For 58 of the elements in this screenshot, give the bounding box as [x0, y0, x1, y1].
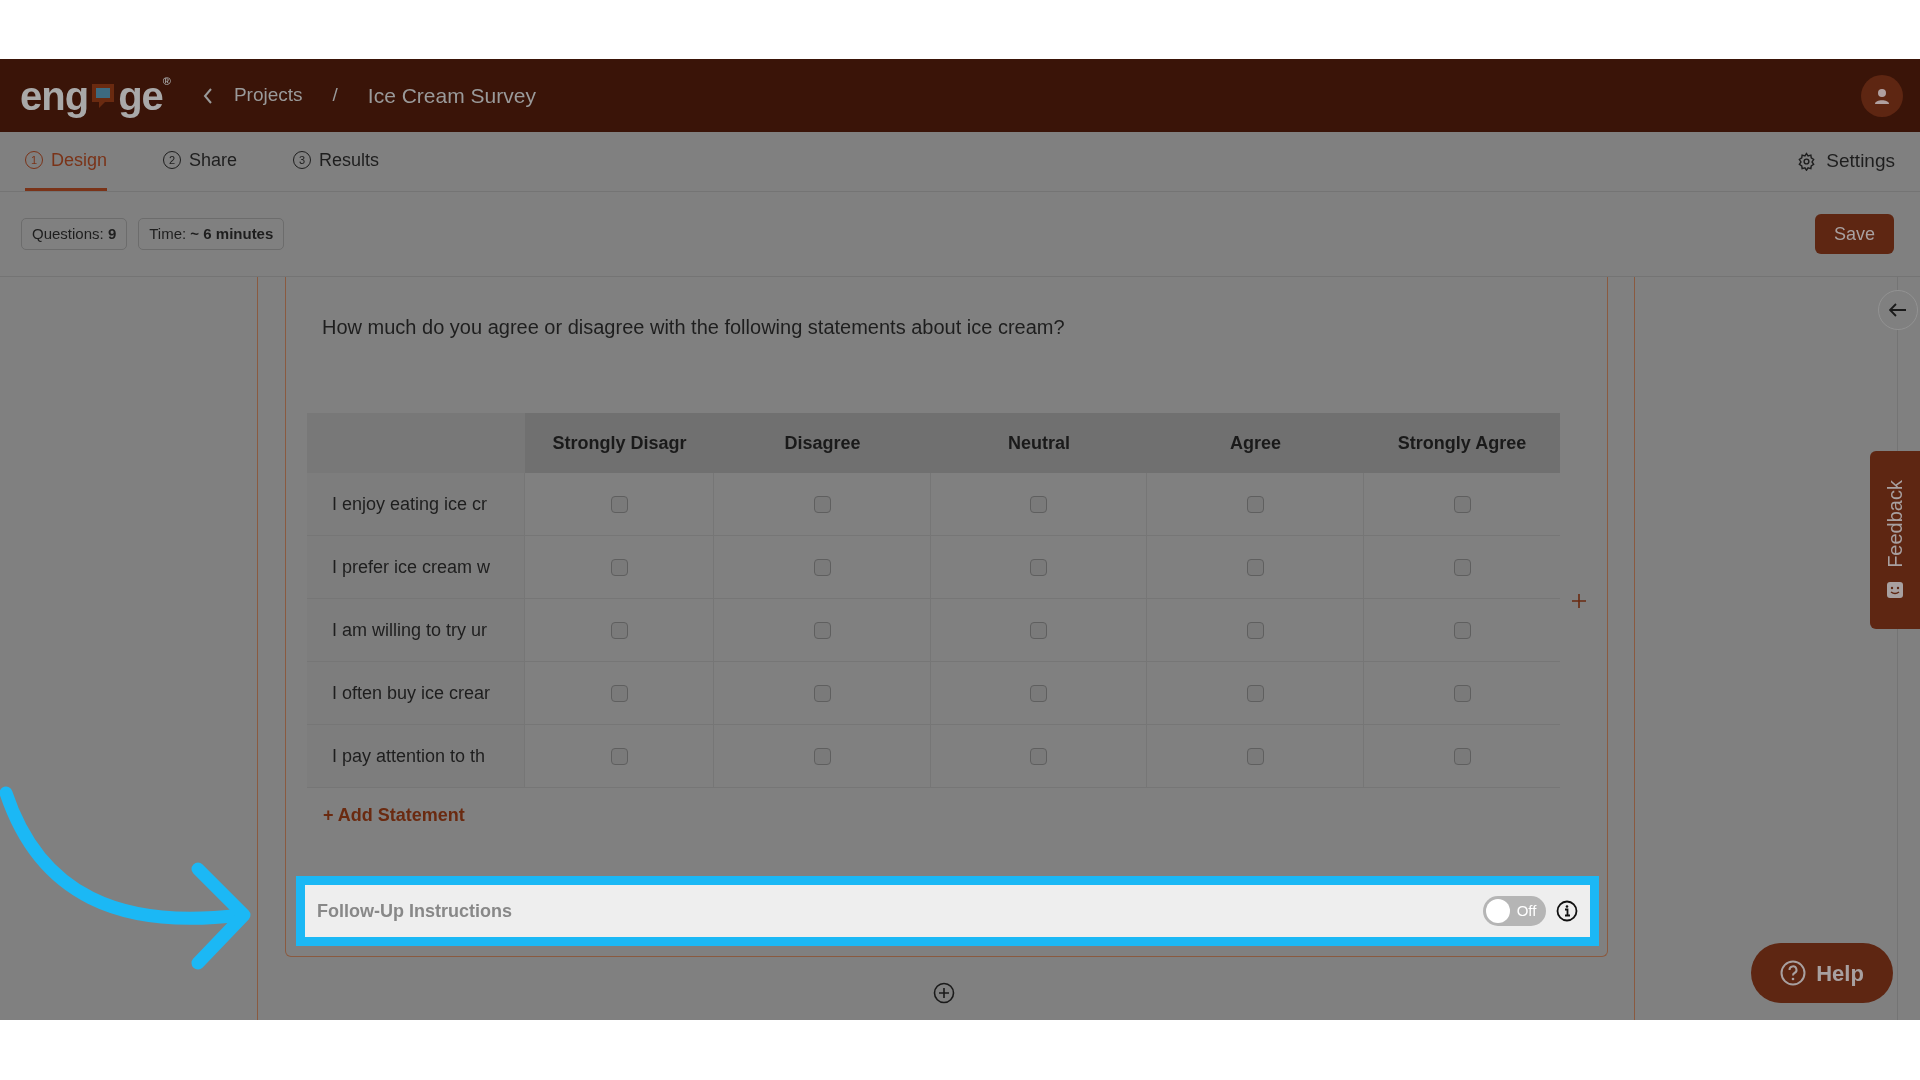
checkbox[interactable] — [610, 747, 628, 765]
checkbox[interactable] — [1453, 621, 1471, 639]
checkbox[interactable] — [1246, 558, 1264, 576]
settings-icon — [1797, 152, 1817, 171]
column-header: Strongly Agree — [1396, 431, 1528, 455]
left-arrow-icon — [1889, 303, 1907, 317]
logo-text: ge — [118, 75, 163, 116]
column-header: Strongly Disagr — [551, 431, 688, 455]
breadcrumb-separator: / — [332, 83, 338, 108]
back-chevron-icon[interactable] — [201, 86, 214, 105]
checkbox[interactable] — [813, 495, 831, 513]
help-icon — [1780, 960, 1807, 986]
stat-chip: Questions: 9 — [21, 217, 128, 251]
tab[interactable]: 2 Share — [163, 132, 238, 191]
checkbox[interactable] — [813, 747, 831, 765]
breadcrumb-link[interactable]: Projects — [233, 81, 303, 110]
checkbox[interactable] — [813, 558, 831, 576]
column-header: Disagree — [783, 431, 862, 455]
column-header: Neutral — [1007, 431, 1071, 455]
checkbox[interactable] — [610, 684, 628, 702]
checkbox[interactable] — [1030, 747, 1047, 765]
feedback-tab[interactable]: Feedback — [1870, 451, 1920, 629]
checkbox[interactable] — [1246, 747, 1264, 765]
tab[interactable]: 3 Results — [293, 132, 380, 191]
checkbox[interactable] — [1246, 684, 1264, 702]
checkbox[interactable] — [1453, 495, 1471, 513]
checkbox[interactable] — [610, 495, 628, 513]
checkbox[interactable] — [1246, 621, 1264, 639]
info-icon[interactable] — [1556, 900, 1578, 922]
checkbox[interactable] — [1030, 558, 1047, 576]
column-header: Agree — [1229, 431, 1282, 455]
logo-text: eng — [20, 75, 89, 116]
checkbox[interactable] — [1453, 558, 1471, 576]
add-statement-link[interactable]: + Add Statement — [323, 802, 465, 829]
stat-chip: Time: ~ 6 minutes — [138, 217, 285, 251]
checkbox[interactable] — [1246, 495, 1264, 513]
checkbox[interactable] — [1030, 684, 1047, 702]
checkbox[interactable] — [1453, 747, 1471, 765]
collapse-button[interactable] — [1878, 290, 1918, 330]
person-icon — [1874, 87, 1890, 104]
help-button[interactable]: Help — [1751, 943, 1893, 1003]
project-title: Ice Cream Survey — [367, 82, 536, 109]
checkbox[interactable] — [813, 684, 831, 702]
add-column-icon[interactable] — [1572, 593, 1586, 608]
checkbox[interactable] — [1030, 621, 1047, 639]
checkbox[interactable] — [610, 558, 628, 576]
avatar[interactable] — [1861, 74, 1903, 117]
question-text: How much do you agree or disagree with the following statements about ice cream? — [321, 315, 1066, 340]
checkbox[interactable] — [1030, 495, 1047, 513]
follow-up-label: Follow-Up Instructions — [317, 899, 512, 923]
smiley-icon — [1885, 579, 1905, 600]
registered-mark: ® — [162, 75, 170, 87]
checkbox[interactable] — [813, 621, 831, 639]
save-button[interactable]: Save — [1814, 214, 1894, 254]
checkbox[interactable] — [1453, 684, 1471, 702]
settings-button[interactable]: Settings — [1797, 132, 1895, 191]
checkbox[interactable] — [610, 621, 628, 639]
add-question-icon[interactable] — [933, 982, 955, 1004]
